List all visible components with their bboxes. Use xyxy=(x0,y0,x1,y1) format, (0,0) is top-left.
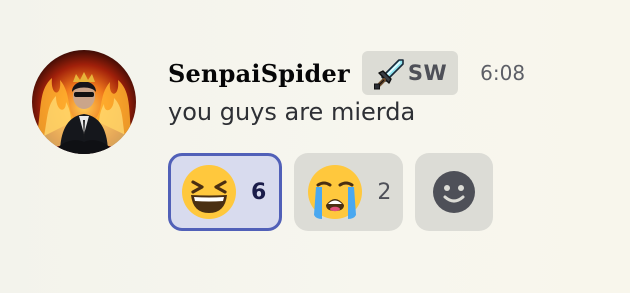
reactions-bar: 6 2 xyxy=(168,153,494,231)
username[interactable]: SenpaiSpider xyxy=(168,59,350,88)
reaction-grinning-squinting[interactable]: 6 xyxy=(168,153,283,231)
sword-icon xyxy=(372,56,406,90)
message-content: you guys are mierda xyxy=(168,98,416,126)
message-header: SenpaiSpider SW 6:08 xyxy=(168,51,525,95)
tag-label: SW xyxy=(407,61,448,85)
grinning-squinting-face-icon xyxy=(180,163,238,221)
avatar[interactable] xyxy=(32,50,136,154)
add-reaction-button[interactable] xyxy=(415,153,494,231)
timestamp[interactable]: 6:08 xyxy=(480,61,525,85)
add-reaction-smiley-icon xyxy=(433,171,476,213)
reaction-count: 6 xyxy=(251,179,267,205)
reaction-count: 2 xyxy=(377,179,392,205)
server-tag[interactable]: SW xyxy=(361,51,459,95)
reaction-loudly-crying[interactable]: 2 xyxy=(294,153,404,231)
loudly-crying-face-icon xyxy=(306,163,364,221)
chat-message: SenpaiSpider SW 6:08 you guys are mierda xyxy=(0,0,630,293)
